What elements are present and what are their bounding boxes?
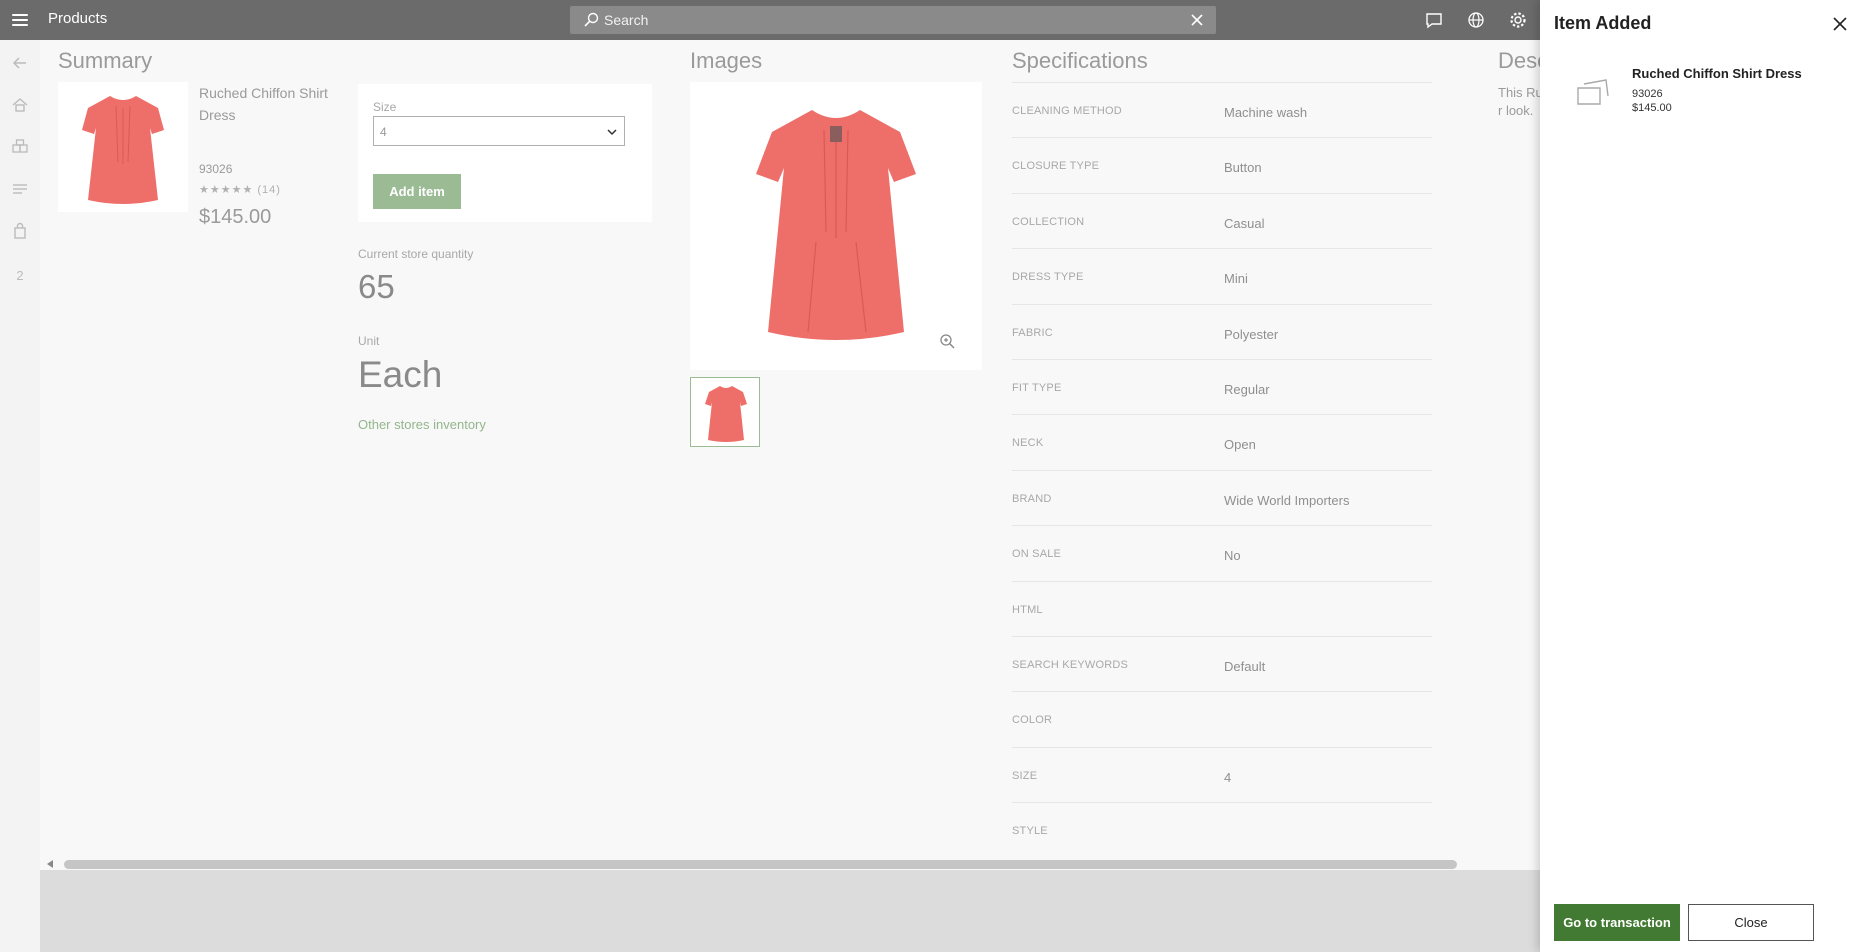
spec-key: ON SALE [1012,548,1062,561]
spec-key: SEARCH KEYWORDS [1012,659,1129,671]
search-placeholder: Search [604,12,649,28]
spec-value: Regular [1224,382,1270,397]
spec-row: HTML [1012,580,1432,636]
spec-key: DRESS TYPE [1012,271,1084,284]
product-id: 93026 [199,162,233,176]
item-added-panel: Item Added Ruched Chiffon Shirt Dress 93… [1540,0,1864,952]
rating-stars: ★★★★★ [199,184,254,196]
spec-key: CLOSURE TYPE [1012,160,1100,173]
size-value: 4 [380,125,387,139]
go-to-transaction-button[interactable]: Go to transaction [1554,904,1680,941]
unit-label: Unit [358,334,380,348]
home-icon[interactable] [9,94,31,116]
added-item-price: $145.00 [1632,102,1672,114]
feedback-icon[interactable] [1423,9,1445,31]
unit-value: Each [358,354,443,395]
store-quantity-value: 65 [358,268,395,305]
spec-row: CLOSURE TYPE Button [1012,137,1432,192]
search-input[interactable]: Search [570,6,1216,34]
spec-value: Default [1224,659,1266,674]
horizontal-scrollbar[interactable] [40,858,1574,870]
spec-row: CLEANING METHOD Machine wash [1012,82,1432,137]
dress-image [82,96,164,204]
top-bar: Products Search [0,0,1574,40]
close-icon[interactable] [1830,14,1850,34]
bag-icon[interactable] [9,220,31,242]
add-item-button[interactable]: Add item [373,174,461,209]
spec-row: ON SALE No [1012,525,1432,580]
dress-thumbnail-image [705,386,747,442]
added-item-name: Ruched Chiffon Shirt Dress [1632,66,1802,81]
spec-key: FIT TYPE [1012,382,1062,394]
specifications-title: Specifications [1012,48,1148,73]
list-icon[interactable] [9,178,31,200]
spec-row: BRAND Wide World Importers [1012,469,1432,525]
spec-value: Wide World Importers [1224,492,1350,508]
added-item-id: 93026 [1632,88,1663,100]
spec-value: Open [1224,437,1256,453]
back-icon[interactable] [9,52,31,74]
product-placeholder-icon [1577,79,1609,105]
spec-key: FABRIC [1012,326,1053,339]
spec-row: DRESS TYPE Mini [1012,248,1432,303]
globe-icon[interactable] [1465,9,1487,31]
products-icon[interactable] [9,136,31,158]
spec-row: COLOR [1012,691,1432,746]
spec-value: No [1224,548,1241,564]
spec-value: Casual [1224,215,1265,231]
panel-title: Item Added [1554,13,1652,33]
bottom-area [40,870,1574,952]
spec-key: HTML [1012,603,1043,616]
settings-icon[interactable] [1507,9,1529,31]
spec-row: SIZE 4 [1012,746,1432,802]
spec-key: SIZE [1012,769,1038,782]
left-rail: 2 [0,40,40,952]
dress-large-image [756,110,916,340]
store-quantity-label: Current store quantity [358,247,474,261]
image-thumbnail[interactable] [690,377,760,447]
images-title: Images [690,48,763,73]
spec-key: COLLECTION [1012,215,1085,228]
app-title: Products [48,10,108,27]
menu-icon[interactable] [8,8,32,32]
spec-value: 4 [1224,769,1232,785]
spec-key: BRAND [1012,492,1052,505]
spec-value: Polyester [1224,326,1279,342]
chevron-down-icon [607,129,617,136]
clear-icon[interactable] [1188,11,1206,29]
product-image [58,82,188,212]
spec-value: Machine wash [1224,105,1308,120]
spec-row: COLLECTION Casual [1012,192,1432,248]
spec-value: Mini [1224,271,1248,287]
spec-key: CLEANING METHOD [1012,105,1122,117]
spec-key: STYLE [1012,825,1048,838]
spec-row: NECK Open [1012,414,1432,469]
product-details: Summary Ruched Chiffon Shirt Dress 93026… [40,40,1574,952]
spec-key: NECK [1012,437,1044,450]
spec-row: FIT TYPE Regular [1012,359,1432,414]
summary-title: Summary [58,48,153,73]
search-icon [584,12,599,27]
scrollbar-thumb[interactable] [64,860,1457,869]
spec-row: STYLE [1012,802,1432,857]
close-button[interactable]: Close [1688,904,1814,941]
rating: ★★★★★ (14) [199,183,281,196]
spec-value: Button [1224,160,1262,176]
main-image [690,82,982,370]
scroll-left-icon[interactable] [46,860,54,868]
product-price: $145.00 [199,206,272,228]
spec-row: FABRIC Polyester [1012,303,1432,359]
rating-count: (14) [257,184,281,196]
zoom-icon[interactable] [938,332,956,350]
other-stores-inventory-link[interactable]: Other stores inventory [358,417,486,432]
cart-count[interactable]: 2 [9,264,31,286]
size-dropdown[interactable]: 4 [373,116,625,146]
spec-row: SEARCH KEYWORDS Default [1012,636,1432,691]
spec-key: COLOR [1012,714,1053,727]
product-name: Ruched Chiffon Shirt Dress [199,85,328,123]
size-label: Size [373,100,397,114]
